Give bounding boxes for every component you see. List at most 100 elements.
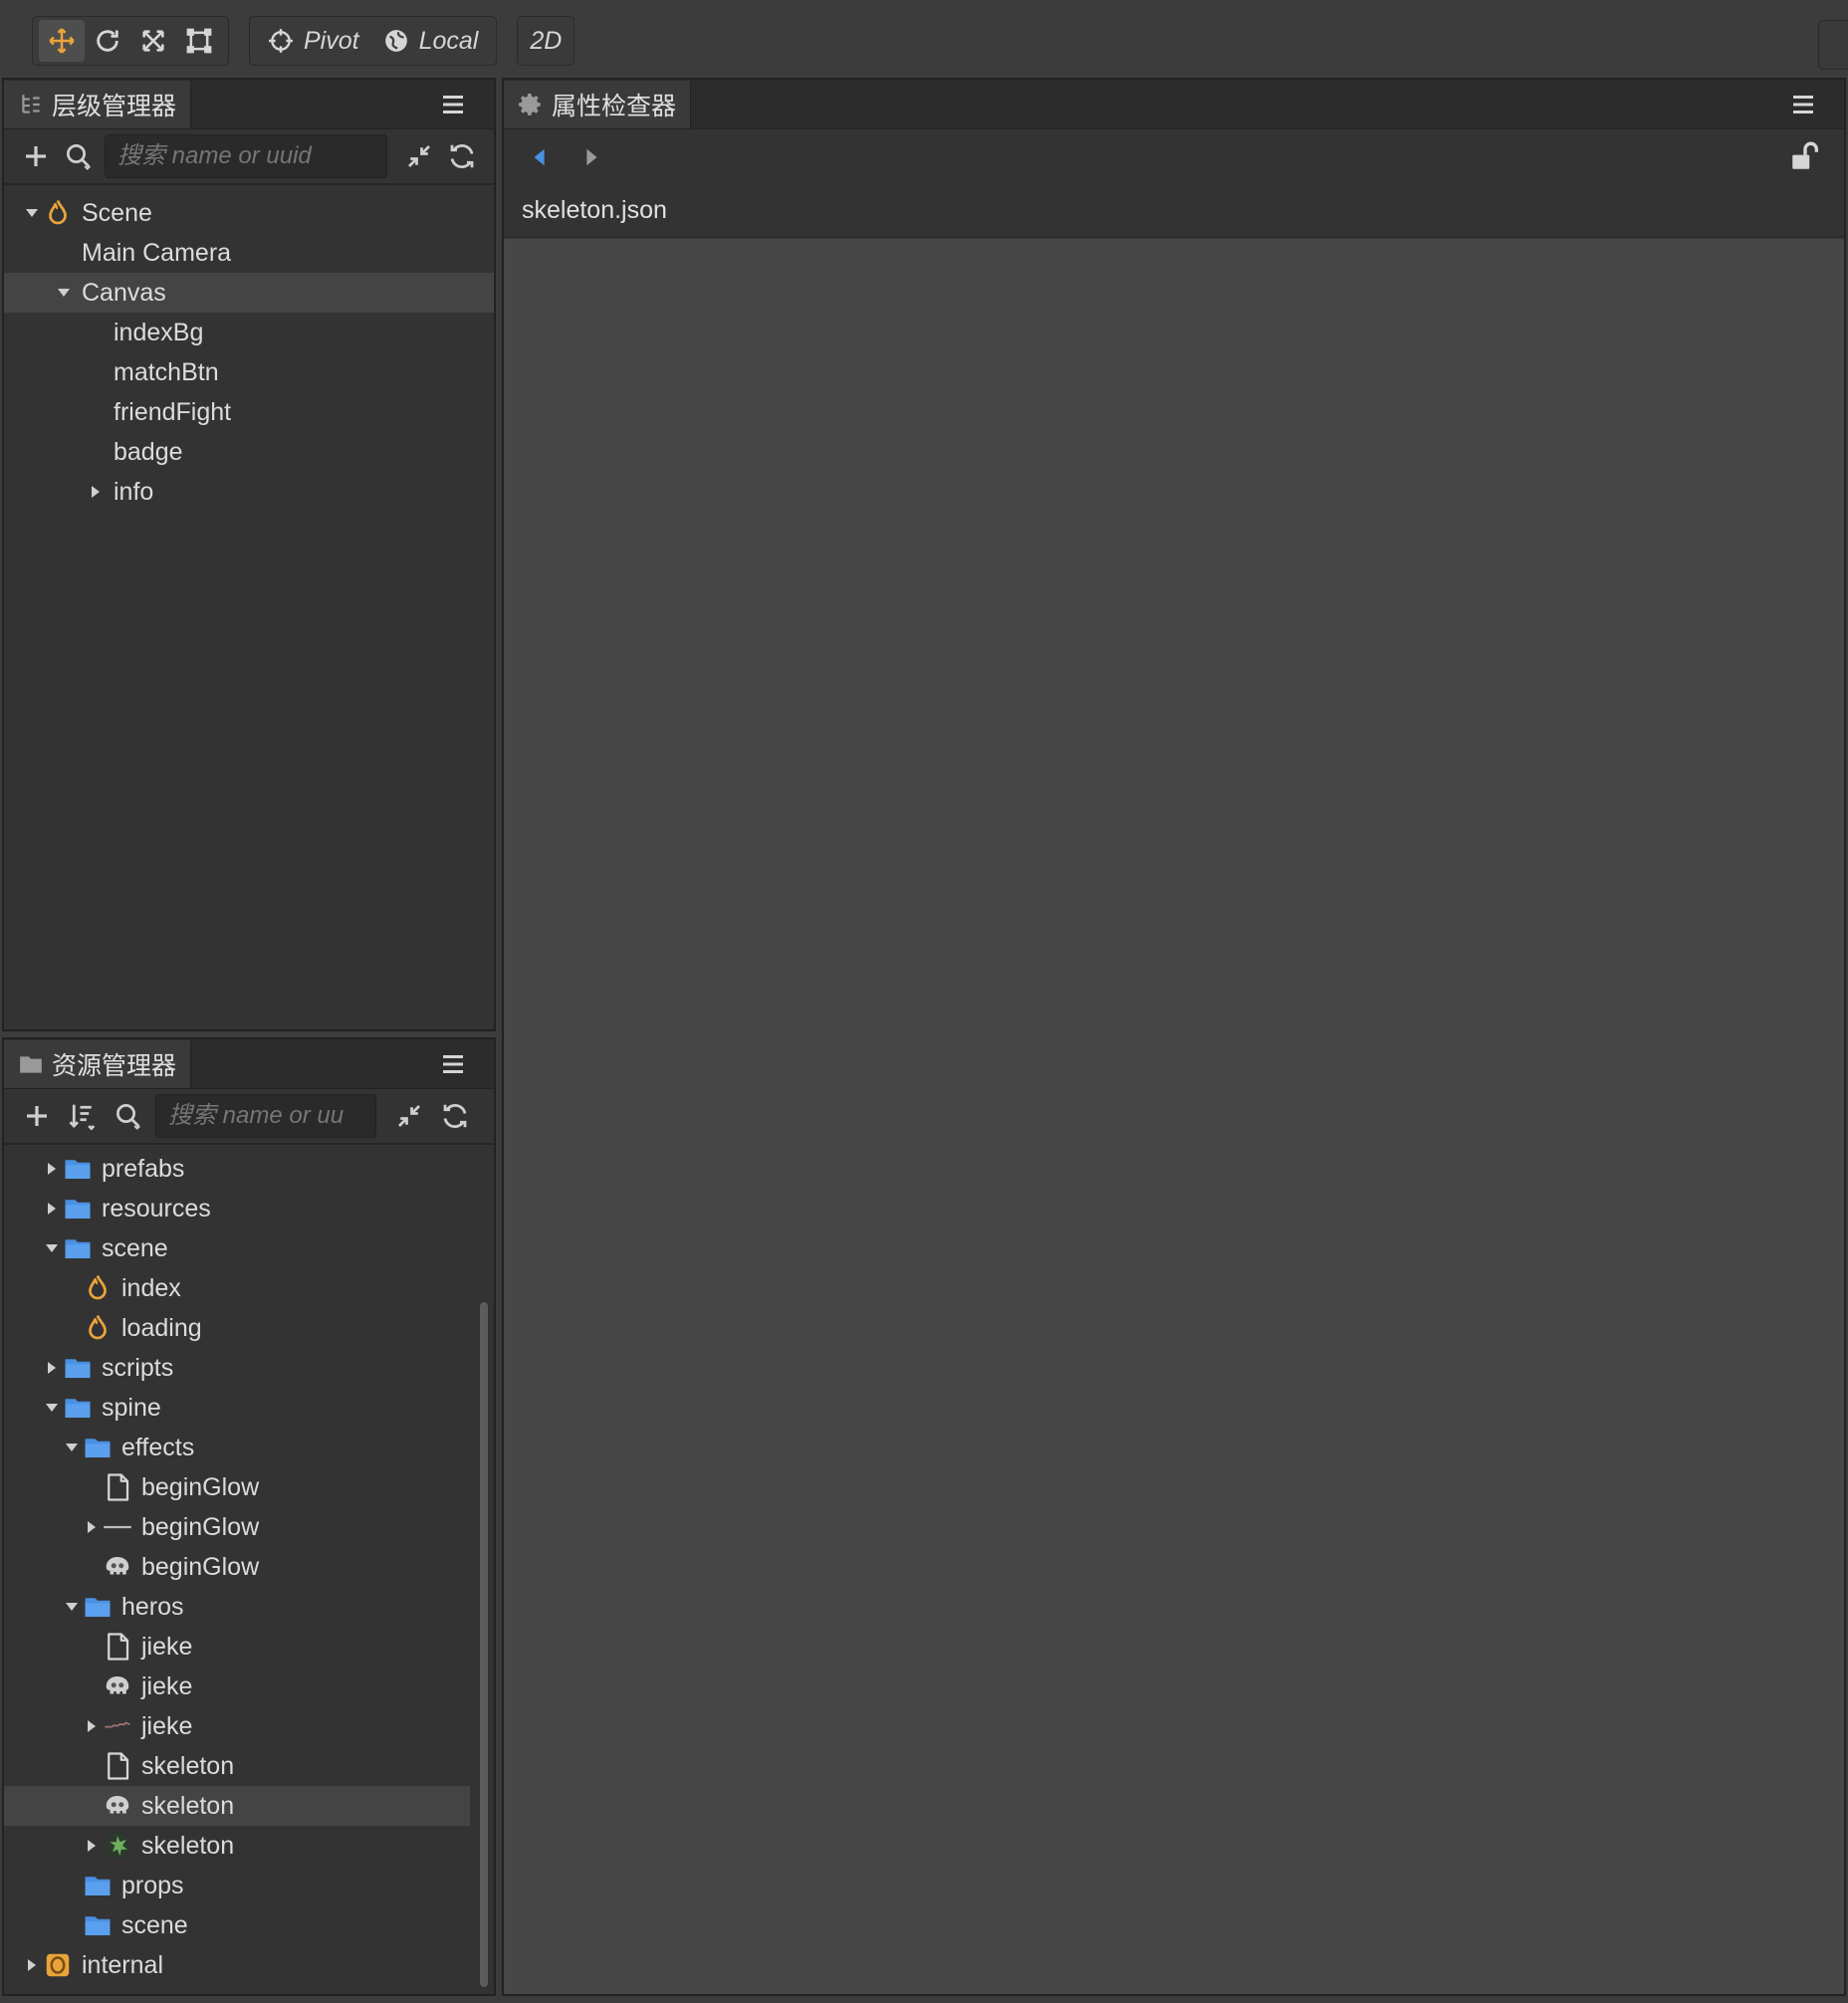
assets-tree-row[interactable]: skeleton	[4, 1746, 494, 1786]
local-label: Local	[418, 26, 479, 55]
assets-collapse-button[interactable]	[386, 1093, 432, 1139]
caret-right-icon[interactable]	[82, 1716, 102, 1736]
mode-2d-label: 2D	[530, 26, 563, 55]
assets-tree-row[interactable]: index	[4, 1268, 494, 1308]
assets-sort-button[interactable]	[60, 1093, 106, 1139]
caret-right-icon[interactable]	[82, 1517, 102, 1537]
inspector-title: 属性检查器	[552, 93, 677, 120]
arrow-left-icon	[534, 148, 545, 166]
inspector-lock-button[interactable]	[1788, 139, 1822, 173]
atlas-line-icon	[102, 1511, 133, 1543]
scale-tool-button[interactable]	[130, 20, 176, 62]
assets-search-input[interactable]	[155, 1094, 376, 1138]
inspector-menu-button[interactable]	[1788, 90, 1818, 119]
caret-right-icon[interactable]	[82, 1836, 102, 1856]
caret-right-icon[interactable]	[22, 1955, 42, 1975]
hierarchy-node-label: info	[114, 477, 154, 506]
hierarchy-tree-row[interactable]: matchBtn	[4, 352, 494, 392]
pivot-toggle[interactable]: Pivot	[256, 20, 371, 62]
hierarchy-collapse-button[interactable]	[397, 133, 441, 179]
caret-spacer	[62, 1318, 82, 1338]
assets-tree-row[interactable]: beginGlow	[4, 1507, 494, 1547]
caret-down-icon[interactable]	[42, 1398, 62, 1418]
assets-tree-row[interactable]: skeleton	[4, 1826, 494, 1866]
caret-right-icon[interactable]	[42, 1358, 62, 1378]
hierarchy-menu-button[interactable]	[438, 90, 468, 119]
assets-tree-row[interactable]: scripts	[4, 1348, 494, 1388]
assets-tree-row[interactable]: beginGlow	[4, 1467, 494, 1507]
plus-icon	[27, 1106, 47, 1126]
caret-right-icon[interactable]	[42, 1199, 62, 1219]
caret-down-icon[interactable]	[22, 203, 42, 223]
assets-tree-row[interactable]: beginGlow	[4, 1547, 494, 1587]
assets-search-type-button[interactable]	[106, 1093, 151, 1139]
assets-node-label: internal	[82, 1950, 163, 1979]
inspector-nav-bar	[504, 129, 1844, 185]
assets-tree-row[interactable]: loading	[4, 1308, 494, 1348]
caret-spacer	[62, 1278, 82, 1298]
assets-refresh-button[interactable]	[432, 1093, 478, 1139]
assets-tree-row[interactable]: resources	[4, 1189, 494, 1228]
assets-tree-row[interactable]: internal	[4, 1945, 494, 1985]
assets-tree-row[interactable]: heros	[4, 1587, 494, 1627]
hierarchy-search-type-button[interactable]	[58, 133, 102, 179]
assets-tree-row[interactable]: props	[4, 1866, 494, 1905]
caret-down-icon[interactable]	[62, 1438, 82, 1457]
toolbar-overflow-button[interactable]	[1818, 20, 1848, 70]
hierarchy-tree-row[interactable]: Canvas	[4, 273, 494, 313]
assets-add-button[interactable]	[14, 1093, 60, 1139]
caret-spacer	[82, 1557, 102, 1577]
local-toggle[interactable]: Local	[371, 20, 491, 62]
caret-down-icon[interactable]	[54, 283, 74, 303]
folder-icon	[62, 1193, 94, 1224]
hierarchy-refresh-button[interactable]	[441, 133, 485, 179]
assets-tree-row[interactable]: skeleton	[4, 1786, 470, 1826]
assets-tree-row[interactable]: prefabs	[4, 1149, 494, 1189]
hierarchy-node-label: Main Camera	[82, 238, 232, 267]
inspector-forward-button[interactable]	[572, 137, 611, 177]
rotate-tool-button[interactable]	[85, 20, 130, 62]
rect-tool-button[interactable]	[176, 20, 222, 62]
menu-icon	[1793, 96, 1813, 113]
assets-tree-row[interactable]: scene	[4, 1905, 494, 1945]
hierarchy-tree-row[interactable]: indexBg	[4, 313, 494, 352]
scene-icon	[82, 1272, 114, 1304]
inspector-back-button[interactable]	[520, 137, 560, 177]
assets-tree-row[interactable]: jieke	[4, 1706, 494, 1746]
hierarchy-search-input[interactable]	[105, 134, 387, 178]
assets-menu-button[interactable]	[438, 1049, 468, 1079]
hierarchy-tree-row[interactable]: badge	[4, 432, 494, 472]
assets-tree-row[interactable]: effects	[4, 1428, 494, 1467]
hierarchy-panel-header: 层级管理器	[4, 80, 494, 129]
caret-right-icon[interactable]	[42, 1159, 62, 1179]
hierarchy-tree-row[interactable]: info	[4, 472, 494, 512]
hierarchy-tree-row[interactable]: Main Camera	[4, 233, 494, 273]
hierarchy-node-label: matchBtn	[114, 357, 219, 386]
assets-tree-row[interactable]: jieke	[4, 1627, 494, 1667]
assets-tree-row[interactable]: scene	[4, 1228, 494, 1268]
internal-db-icon	[42, 1949, 74, 1981]
assets-tab[interactable]: 资源管理器	[4, 1040, 192, 1088]
assets-tree-row[interactable]: jieke	[4, 1667, 494, 1706]
assets-tree-row[interactable]: spine	[4, 1388, 494, 1428]
move-icon	[49, 28, 75, 54]
hierarchy-tab[interactable]: 层级管理器	[4, 81, 192, 128]
hierarchy-add-button[interactable]	[14, 133, 58, 179]
hierarchy-tree-row[interactable]: friendFight	[4, 392, 494, 432]
inspector-tab[interactable]: 属性检查器	[504, 81, 692, 128]
caret-down-icon[interactable]	[42, 1238, 62, 1258]
inspector-panel: 属性检查器 skeleton.json	[502, 78, 1846, 1996]
hierarchy-tree: Scene Main Camera Canvas indexBg matchBtn fri…	[4, 185, 494, 512]
folder-icon	[82, 1432, 114, 1463]
caret-down-icon[interactable]	[62, 1597, 82, 1617]
caret-spacer	[86, 323, 106, 342]
assets-scrollbar[interactable]	[480, 1302, 488, 1987]
mode-2d-button[interactable]: 2D	[520, 20, 572, 62]
skeleton-icon	[102, 1670, 133, 1702]
hierarchy-node-label: badge	[114, 437, 183, 466]
hierarchy-icon	[22, 95, 40, 113]
hierarchy-tree-row[interactable]: Scene	[4, 193, 494, 233]
caret-right-icon[interactable]	[86, 482, 106, 502]
move-tool-button[interactable]	[39, 20, 85, 62]
refresh-icon	[443, 1103, 467, 1129]
